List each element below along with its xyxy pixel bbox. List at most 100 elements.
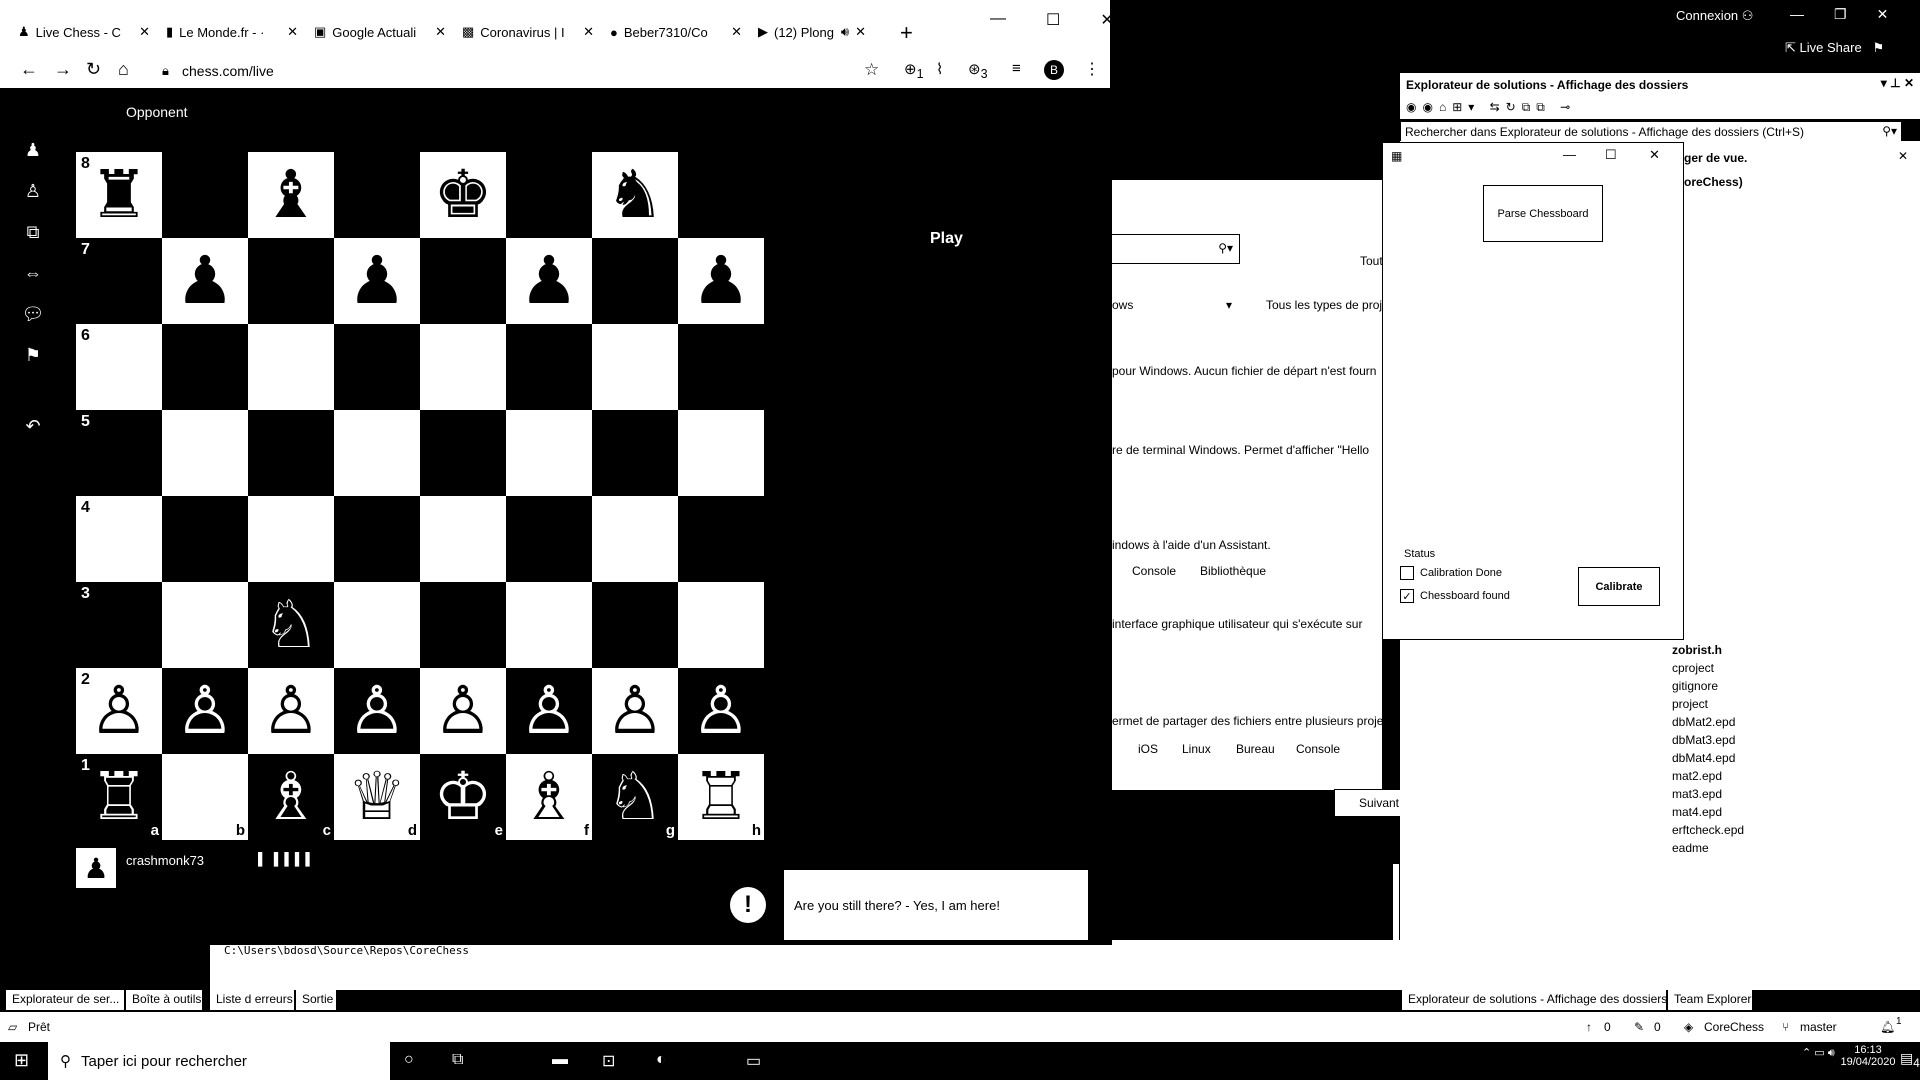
- back-icon[interactable]: ←: [20, 59, 38, 80]
- tab-team-explorer[interactable]: Team Explorer: [1668, 990, 1752, 1010]
- rss-icon[interactable]: ⌇: [936, 60, 943, 78]
- restore-icon[interactable]: ❐: [1834, 6, 1847, 23]
- solution-explorer-search[interactable]: Rechercher dans Explorateur de solutions…: [1400, 121, 1902, 143]
- white-pawn-icon[interactable]: ♙: [691, 678, 750, 744]
- square-e4[interactable]: [420, 496, 506, 582]
- tree-file[interactable]: gitignore: [1672, 677, 1744, 695]
- square-f2[interactable]: ♙: [506, 668, 592, 754]
- square-h1[interactable]: h ♖: [678, 754, 764, 840]
- player-name[interactable]: crashmonk73: [126, 853, 204, 868]
- white-bishop-icon[interactable]: ♗: [261, 764, 320, 830]
- tree-file[interactable]: mat4.epd: [1672, 803, 1744, 821]
- square-d2[interactable]: ♙: [334, 668, 420, 754]
- white-king-icon[interactable]: ♔: [433, 764, 492, 830]
- chrome-icon[interactable]: ◐: [656, 1051, 666, 1069]
- tab-solution-explorer[interactable]: Explorateur de solutions - Affichage des…: [1402, 990, 1667, 1010]
- notification-bell-icon[interactable]: 🔔︎: [1880, 1020, 1895, 1034]
- white-knight-icon[interactable]: ♘: [605, 764, 664, 830]
- tab-error-list[interactable]: Liste d erreurs: [210, 990, 294, 1010]
- square-c3[interactable]: ♘: [248, 582, 334, 668]
- tab-output[interactable]: Sortie: [296, 990, 336, 1010]
- tab-github[interactable]: ● Beber7310/Co ✕: [602, 12, 750, 52]
- square-c8[interactable]: ♝: [248, 152, 334, 238]
- square-g5[interactable]: [592, 410, 678, 496]
- square-f6[interactable]: [506, 324, 592, 410]
- checkbox-box[interactable]: [1400, 566, 1414, 580]
- square-b3[interactable]: [162, 582, 248, 668]
- chevron-down-icon[interactable]: ▾: [1226, 298, 1232, 312]
- repo-icon[interactable]: ◈: [1684, 1020, 1693, 1034]
- square-c2[interactable]: ♙: [248, 668, 334, 754]
- square-c1[interactable]: c ♗: [248, 754, 334, 840]
- platform-filter[interactable]: ows: [1112, 298, 1133, 312]
- square-a1[interactable]: 1 a ♖: [76, 754, 162, 840]
- tree-project[interactable]: oreChess): [1684, 175, 1743, 189]
- square-e3[interactable]: [420, 582, 506, 668]
- cortana-icon[interactable]: ○: [404, 1051, 414, 1069]
- menu-icon[interactable]: ⋮: [1084, 59, 1100, 79]
- reload-icon[interactable]: ↻: [86, 59, 101, 80]
- square-h5[interactable]: [678, 410, 764, 496]
- white-queen-icon[interactable]: ♕: [347, 764, 406, 830]
- black-bishop-icon[interactable]: ♝: [261, 162, 320, 228]
- tree-file[interactable]: eadme: [1672, 839, 1744, 857]
- close-icon[interactable]: ✕: [1100, 10, 1113, 30]
- square-g3[interactable]: [592, 582, 678, 668]
- square-c4[interactable]: [248, 496, 334, 582]
- square-d4[interactable]: [334, 496, 420, 582]
- tab-youtube[interactable]: ▶ (12) Plong 🔊︎ ✕: [750, 12, 874, 52]
- file-explorer-icon[interactable]: ▬: [552, 1051, 568, 1069]
- close-icon[interactable]: ✕: [1877, 6, 1889, 23]
- square-d6[interactable]: [334, 324, 420, 410]
- pencil-icon[interactable]: ✎: [1634, 1020, 1644, 1034]
- square-b6[interactable]: [162, 324, 248, 410]
- white-pawn-icon[interactable]: ♙: [347, 678, 406, 744]
- square-g8[interactable]: ♞: [592, 152, 678, 238]
- tray-icons[interactable]: ⌃ ▭ 🔊︎: [1802, 1046, 1835, 1060]
- minimize-icon[interactable]: —: [990, 10, 1006, 30]
- black-knight-icon[interactable]: ♞: [605, 162, 664, 228]
- action-center-icon[interactable]: ▤4: [1900, 1050, 1920, 1070]
- square-b1[interactable]: b: [162, 754, 248, 840]
- tab-toolbox[interactable]: Boîte à outils: [126, 990, 202, 1010]
- black-pawn-icon[interactable]: ♟: [519, 248, 578, 314]
- close-icon[interactable]: ✕: [1898, 149, 1908, 163]
- maximize-icon[interactable]: ☐: [1605, 147, 1617, 163]
- black-rook-icon[interactable]: ♜: [89, 162, 148, 228]
- close-icon[interactable]: ✕: [287, 24, 298, 40]
- feedback-icon[interactable]: ⚑: [1873, 40, 1885, 55]
- back-arrow-icon[interactable]: ↶: [25, 416, 40, 437]
- square-h4[interactable]: [678, 496, 764, 582]
- square-a6[interactable]: 6: [76, 324, 162, 410]
- white-pawn-icon[interactable]: ♙: [605, 678, 664, 744]
- close-icon[interactable]: ✕: [583, 24, 594, 40]
- clock[interactable]: 16:13 19/04/2020: [1838, 1044, 1898, 1068]
- tab-coronavirus[interactable]: ▩ Coronavirus | I ✕: [454, 12, 602, 52]
- chat-icon[interactable]: 💬︎: [22, 304, 45, 325]
- swap-icon[interactable]: ⇔: [24, 263, 42, 284]
- tree-file[interactable]: cproject: [1672, 659, 1744, 677]
- vs-signin[interactable]: Connexion ⚇: [1676, 8, 1753, 24]
- square-g4[interactable]: [592, 496, 678, 582]
- maximize-icon[interactable]: ☐: [1046, 10, 1060, 30]
- branch-icon[interactable]: ⑂: [1782, 1020, 1789, 1034]
- checkbox-box[interactable]: ✓: [1400, 589, 1414, 603]
- white-bishop-icon[interactable]: ♗: [519, 764, 578, 830]
- square-g7[interactable]: [592, 238, 678, 324]
- square-e5[interactable]: [420, 410, 506, 496]
- tree-file[interactable]: zobrist.h: [1672, 641, 1744, 659]
- black-pawn-icon[interactable]: ♟: [691, 248, 750, 314]
- white-rook-icon[interactable]: ♖: [89, 764, 148, 830]
- tree-file[interactable]: project: [1672, 695, 1744, 713]
- parse-chessboard-button[interactable]: Parse Chessboard: [1483, 185, 1603, 242]
- square-a2[interactable]: 2 ♙: [76, 668, 162, 754]
- black-king-icon[interactable]: ♚: [433, 162, 492, 228]
- visual-studio-icon[interactable]: ▭: [746, 1051, 761, 1071]
- white-pawn-icon[interactable]: ♙: [433, 678, 492, 744]
- tree-file[interactable]: dbMat3.epd: [1672, 731, 1744, 749]
- store-icon[interactable]: ⊡: [602, 1051, 615, 1071]
- square-a4[interactable]: 4: [76, 496, 162, 582]
- white-pawn-icon[interactable]: ♙: [175, 678, 234, 744]
- url-field[interactable]: chess.com/live: [182, 63, 274, 79]
- minimize-icon[interactable]: —: [1790, 6, 1804, 23]
